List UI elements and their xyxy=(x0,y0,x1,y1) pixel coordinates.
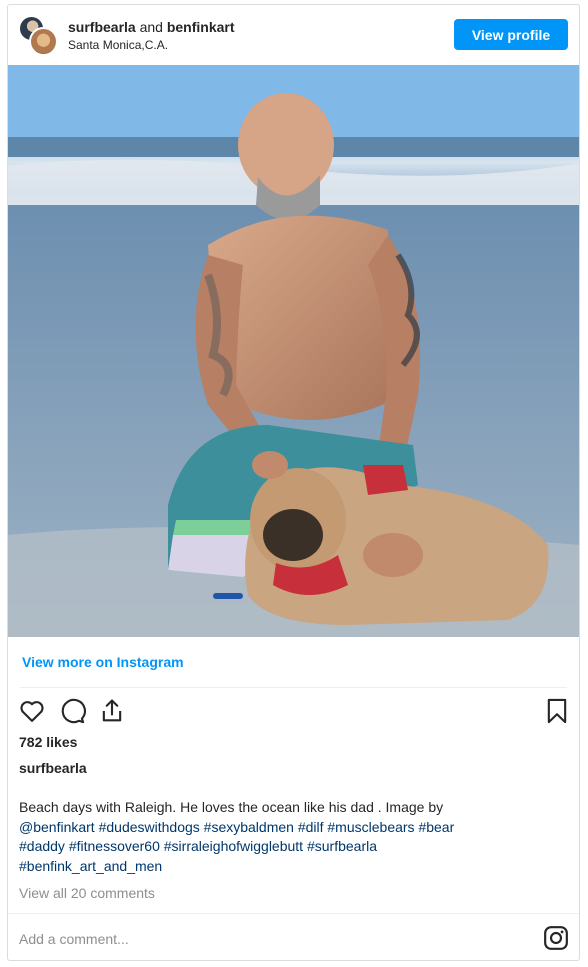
post-header: surfbearla and benfinkart Santa Monica,C… xyxy=(8,5,579,65)
action-bar xyxy=(8,695,579,731)
comment-icon[interactable] xyxy=(58,697,86,725)
beach-photo xyxy=(8,65,579,637)
author-link-benfinkart[interactable]: benfinkart xyxy=(167,19,235,35)
add-comment-input[interactable]: Add a comment... xyxy=(19,931,129,947)
instagram-logo-icon[interactable] xyxy=(543,925,569,951)
caption-hashtags-line-1[interactable]: @benfinkart #dudeswithdogs #sexybaldmen … xyxy=(19,818,539,838)
instagram-embed-card: surfbearla and benfinkart Santa Monica,C… xyxy=(7,4,580,961)
caption-hashtags-line-3[interactable]: #benfink_art_and_men xyxy=(19,857,539,877)
post-photo[interactable] xyxy=(8,65,579,637)
like-count[interactable]: 782 likes xyxy=(19,734,77,750)
avatar-benfinkart[interactable] xyxy=(29,27,58,56)
post-caption: Beach days with Raleigh. He loves the oc… xyxy=(19,798,539,876)
post-owner-username[interactable]: surfbearla xyxy=(19,760,87,776)
avatar-group[interactable] xyxy=(18,15,58,56)
view-all-comments-link[interactable]: View all 20 comments xyxy=(19,885,155,901)
post-authors: surfbearla and benfinkart xyxy=(68,19,235,36)
comment-divider xyxy=(8,913,579,914)
bookmark-icon[interactable] xyxy=(543,697,571,725)
heart-icon[interactable] xyxy=(18,697,46,725)
post-location[interactable]: Santa Monica,C.A. xyxy=(68,38,168,52)
share-icon[interactable] xyxy=(98,697,126,725)
author-link-surfbearla[interactable]: surfbearla xyxy=(68,19,136,35)
section-divider xyxy=(20,687,567,688)
caption-text: Beach days with Raleigh. He loves the oc… xyxy=(19,799,444,815)
view-more-on-instagram-link[interactable]: View more on Instagram xyxy=(22,654,184,670)
caption-hashtags-line-2[interactable]: #daddy #fitnessover60 #sirraleighofwiggl… xyxy=(19,837,539,857)
author-joiner: and xyxy=(139,19,163,35)
view-profile-button[interactable]: View profile xyxy=(454,19,568,50)
